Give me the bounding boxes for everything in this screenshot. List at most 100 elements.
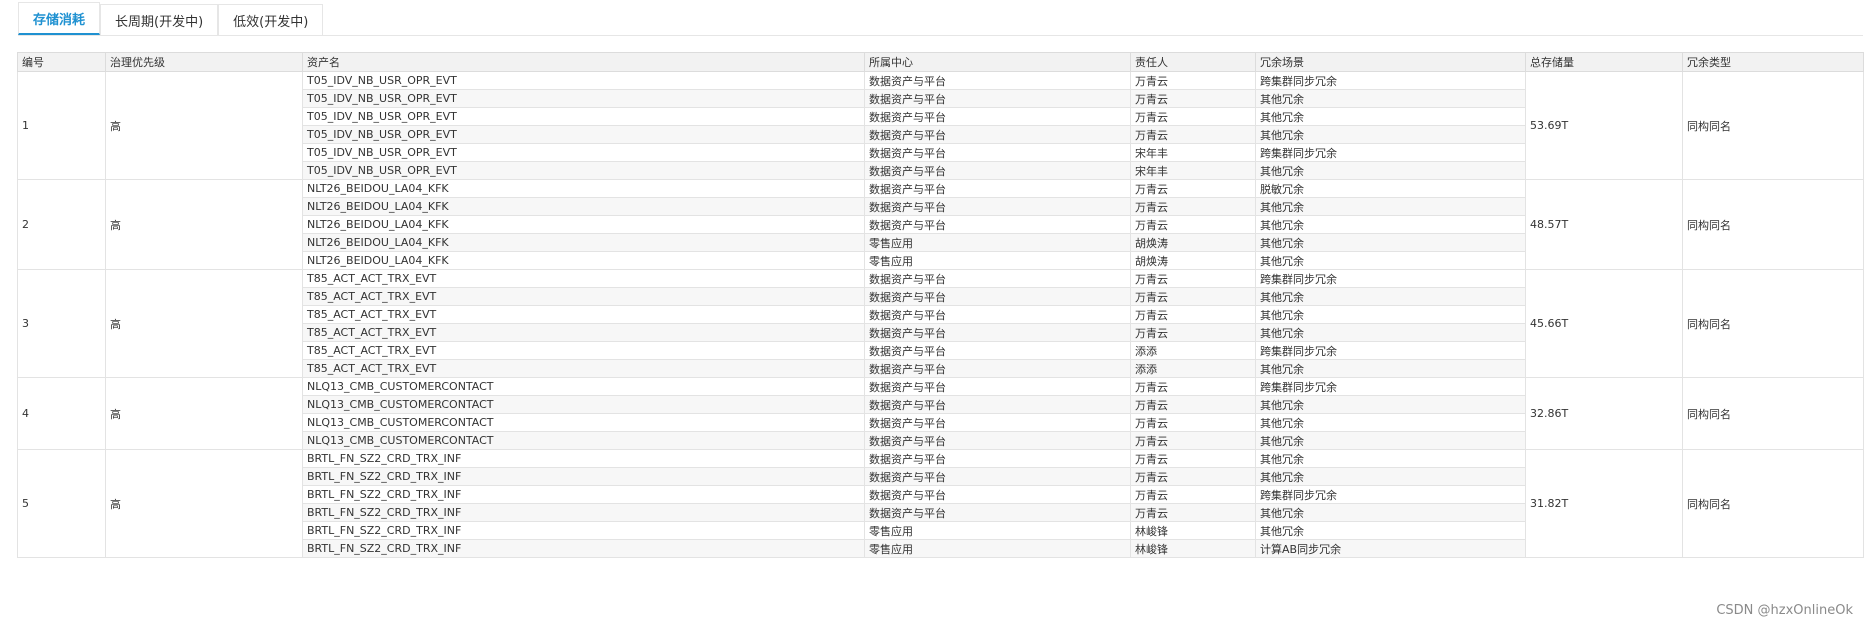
cell-storage: 45.66T (1525, 269, 1683, 378)
cell-center: 数据资产与平台 (864, 395, 1131, 414)
cell-storage: 31.82T (1525, 449, 1683, 558)
cell-owner: 万青云 (1130, 197, 1256, 216)
tab-bar: 存储消耗 长周期(开发中) 低效(开发中) (18, 0, 324, 35)
tab-long-cycle[interactable]: 长周期(开发中) (100, 4, 219, 35)
cell-scene: 其他冗余 (1255, 323, 1526, 342)
header-center[interactable]: 所属中心 (864, 52, 1131, 72)
table-row[interactable]: 1 高 T05_IDV_NB_USR_OPR_EVT 数据资产与平台 万青云 跨集群同步冗… (17, 71, 1864, 180)
tab-storage-consumption[interactable]: 存储消耗 (18, 2, 101, 35)
cell-asset: BRTL_FN_SZ2_CRD_TRX_INF (302, 539, 865, 558)
cell-asset: T05_IDV_NB_USR_OPR_EVT (302, 125, 865, 144)
cell-scene: 跨集群同步冗余 (1255, 269, 1526, 288)
table-row[interactable]: 2 高 NLT26_BEIDOU_LA04_KFK 数据资产与平台 万青云 脱敏冗余 48.… (17, 179, 1864, 270)
cell-center: 零售应用 (864, 521, 1131, 540)
cell-center: 零售应用 (864, 539, 1131, 558)
cell-scene: 其他冗余 (1255, 287, 1526, 306)
cell-owner: 胡焕涛 (1130, 251, 1256, 270)
cell-owner: 宋年丰 (1130, 161, 1256, 180)
cell-center: 数据资产与平台 (864, 161, 1131, 180)
cell-id: 5 (17, 449, 106, 558)
cell-scene: 其他冗余 (1255, 431, 1526, 450)
cell-owner: 胡焕涛 (1130, 233, 1256, 252)
page: 存储消耗 长周期(开发中) 低效(开发中) 编号 治理优先级 资产名 所属中心 … (0, 0, 1865, 624)
cell-center: 数据资产与平台 (864, 125, 1131, 144)
header-id[interactable]: 编号 (17, 52, 106, 72)
cell-scene: 跨集群同步冗余 (1255, 485, 1526, 504)
cell-owner: 宋年丰 (1130, 143, 1256, 162)
cell-asset: NLQ13_CMB_CUSTOMERCONTACT (302, 413, 865, 432)
cell-scene: 其他冗余 (1255, 467, 1526, 486)
header-owner[interactable]: 责任人 (1130, 52, 1256, 72)
table-header: 编号 治理优先级 资产名 所属中心 责任人 冗余场景 总存储量 冗余类型 (17, 52, 1864, 72)
cell-asset: T05_IDV_NB_USR_OPR_EVT (302, 161, 865, 180)
cell-scene: 其他冗余 (1255, 413, 1526, 432)
cell-priority: 高 (105, 269, 303, 378)
cell-scene: 其他冗余 (1255, 233, 1526, 252)
cell-asset: T05_IDV_NB_USR_OPR_EVT (302, 71, 865, 90)
header-storage[interactable]: 总存储量 (1525, 52, 1683, 72)
cell-owner: 万青云 (1130, 89, 1256, 108)
cell-scene: 其他冗余 (1255, 125, 1526, 144)
cell-scene: 跨集群同步冗余 (1255, 143, 1526, 162)
cell-owner: 万青云 (1130, 305, 1256, 324)
header-asset[interactable]: 资产名 (302, 52, 865, 72)
cell-scene: 其他冗余 (1255, 89, 1526, 108)
cell-center: 零售应用 (864, 233, 1131, 252)
cell-asset: T85_ACT_ACT_TRX_EVT (302, 305, 865, 324)
cell-owner: 万青云 (1130, 431, 1256, 450)
cell-type: 同构同名 (1682, 179, 1864, 270)
cell-owner: 万青云 (1130, 179, 1256, 198)
cell-owner: 林峻锋 (1130, 539, 1256, 558)
table-row[interactable]: 4 高 NLQ13_CMB_CUSTOMERCONTACT 数据资产与平台 万青云 跨集群… (17, 377, 1864, 450)
cell-storage: 53.69T (1525, 71, 1683, 180)
cell-asset: T85_ACT_ACT_TRX_EVT (302, 287, 865, 306)
cell-scene: 计算AB同步冗余 (1255, 539, 1526, 558)
cell-asset: T85_ACT_ACT_TRX_EVT (302, 323, 865, 342)
cell-type: 同构同名 (1682, 269, 1864, 378)
cell-owner: 万青云 (1130, 269, 1256, 288)
table-row[interactable]: 5 高 BRTL_FN_SZ2_CRD_TRX_INF 数据资产与平台 万青云 其他冗余 3… (17, 449, 1864, 558)
cell-scene: 其他冗余 (1255, 395, 1526, 414)
cell-center: 数据资产与平台 (864, 89, 1131, 108)
cell-owner: 万青云 (1130, 377, 1256, 396)
cell-center: 数据资产与平台 (864, 323, 1131, 342)
cell-scene: 其他冗余 (1255, 161, 1526, 180)
cell-storage: 32.86T (1525, 377, 1683, 450)
cell-owner: 万青云 (1130, 503, 1256, 522)
cell-scene: 跨集群同步冗余 (1255, 71, 1526, 90)
cell-asset: NLT26_BEIDOU_LA04_KFK (302, 179, 865, 198)
cell-asset: NLQ13_CMB_CUSTOMERCONTACT (302, 377, 865, 396)
cell-owner: 万青云 (1130, 215, 1256, 234)
cell-center: 数据资产与平台 (864, 179, 1131, 198)
header-scene[interactable]: 冗余场景 (1255, 52, 1526, 72)
cell-id: 3 (17, 269, 106, 378)
header-priority[interactable]: 治理优先级 (105, 52, 303, 72)
cell-asset: T85_ACT_ACT_TRX_EVT (302, 269, 865, 288)
table-row[interactable]: 3 高 T85_ACT_ACT_TRX_EVT 数据资产与平台 万青云 跨集群同步冗余 45… (17, 269, 1864, 378)
cell-owner: 万青云 (1130, 449, 1256, 468)
cell-asset: BRTL_FN_SZ2_CRD_TRX_INF (302, 521, 865, 540)
cell-id: 4 (17, 377, 106, 450)
cell-id: 2 (17, 179, 106, 270)
cell-center: 数据资产与平台 (864, 431, 1131, 450)
cell-asset: T05_IDV_NB_USR_OPR_EVT (302, 143, 865, 162)
cell-asset: T85_ACT_ACT_TRX_EVT (302, 359, 865, 378)
header-type[interactable]: 冗余类型 (1682, 52, 1864, 72)
cell-center: 数据资产与平台 (864, 305, 1131, 324)
cell-center: 数据资产与平台 (864, 359, 1131, 378)
tab-inefficient[interactable]: 低效(开发中) (218, 4, 324, 35)
redundancy-table-container: 编号 治理优先级 资产名 所属中心 责任人 冗余场景 总存储量 冗余类型 1高T… (17, 52, 1864, 558)
cell-id: 1 (17, 71, 106, 180)
cell-asset: BRTL_FN_SZ2_CRD_TRX_INF (302, 503, 865, 522)
cell-scene: 其他冗余 (1255, 305, 1526, 324)
cell-asset: BRTL_FN_SZ2_CRD_TRX_INF (302, 485, 865, 504)
cell-storage: 48.57T (1525, 179, 1683, 270)
cell-owner: 万青云 (1130, 323, 1256, 342)
cell-scene: 其他冗余 (1255, 503, 1526, 522)
cell-asset: NLQ13_CMB_CUSTOMERCONTACT (302, 431, 865, 450)
cell-scene: 其他冗余 (1255, 215, 1526, 234)
cell-center: 数据资产与平台 (864, 503, 1131, 522)
cell-center: 数据资产与平台 (864, 143, 1131, 162)
table-body: 1 高 T05_IDV_NB_USR_OPR_EVT 数据资产与平台 万青云 跨集群同步冗… (17, 71, 1864, 558)
cell-type: 同构同名 (1682, 377, 1864, 450)
